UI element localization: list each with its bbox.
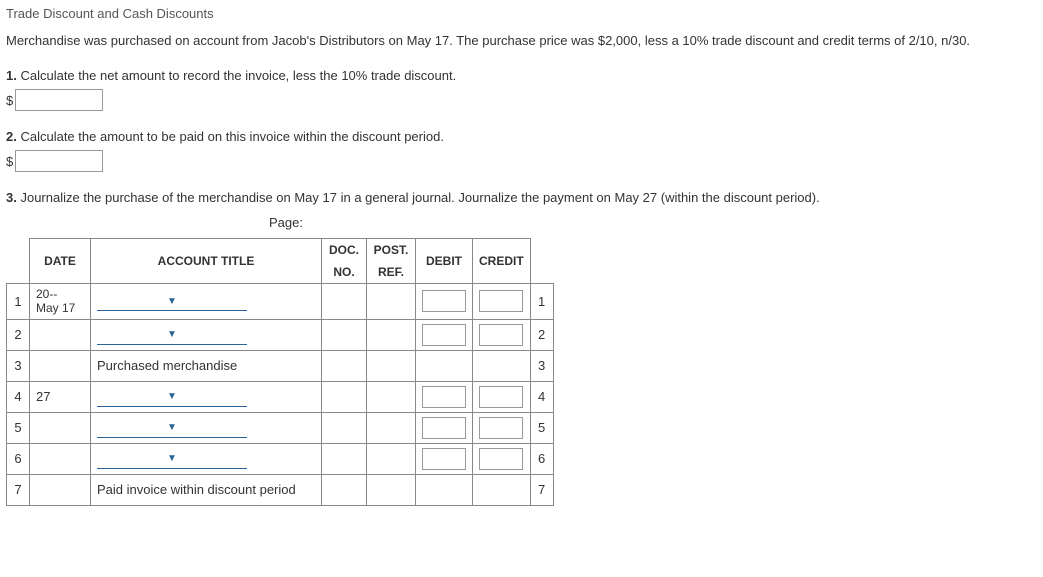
- row-num-left: 6: [7, 443, 30, 474]
- page-title: Trade Discount and Cash Discounts: [6, 6, 1037, 21]
- row-num-right: 3: [530, 350, 553, 381]
- q3-text: Journalize the purchase of the merchandi…: [20, 190, 819, 205]
- chevron-down-icon: ▼: [167, 422, 177, 433]
- table-row: 2 ▼ 2: [7, 319, 554, 350]
- q1-dollar-sign: $: [6, 93, 13, 108]
- row5-account-dropdown[interactable]: ▼: [97, 419, 247, 438]
- row6-credit-input[interactable]: [479, 448, 523, 470]
- row-num-right: 4: [530, 381, 553, 412]
- row-num-left: 4: [7, 381, 30, 412]
- table-row: 5 ▼ 5: [7, 412, 554, 443]
- question-1: 1. Calculate the net amount to record th…: [6, 68, 1037, 111]
- row6-debit-input[interactable]: [422, 448, 466, 470]
- header-debit: DEBIT: [416, 239, 473, 284]
- page-label: Page:: [6, 215, 566, 230]
- row5-credit-input[interactable]: [479, 417, 523, 439]
- q1-text: Calculate the net amount to record the i…: [20, 68, 456, 83]
- row-num-right: 1: [530, 284, 553, 320]
- header-ref: REF.: [367, 261, 416, 284]
- header-credit: CREDIT: [473, 239, 531, 284]
- row5-debit-input[interactable]: [422, 417, 466, 439]
- question-3: 3. Journalize the purchase of the mercha…: [6, 190, 1037, 506]
- row-num-left: 1: [7, 284, 30, 320]
- row-num-left: 7: [7, 474, 30, 505]
- q2-dollar-sign: $: [6, 154, 13, 169]
- table-row: 3 Purchased merchandise 3: [7, 350, 554, 381]
- header-date: DATE: [30, 239, 91, 284]
- chevron-down-icon: ▼: [167, 329, 177, 340]
- q1-input[interactable]: [15, 89, 103, 111]
- row-num-left: 3: [7, 350, 30, 381]
- q1-number: 1.: [6, 68, 17, 83]
- journal-table: DATE ACCOUNT TITLE DOC. POST. DEBIT CRED…: [6, 238, 554, 506]
- row1-account-dropdown[interactable]: ▼: [97, 292, 247, 311]
- row-num-right: 6: [530, 443, 553, 474]
- row-num-left: 2: [7, 319, 30, 350]
- row-num-left: 5: [7, 412, 30, 443]
- problem-description: Merchandise was purchased on account fro…: [6, 33, 1037, 48]
- row-num-right: 2: [530, 319, 553, 350]
- table-row: 1 20-- May 17 ▼ 1: [7, 284, 554, 320]
- q2-number: 2.: [6, 129, 17, 144]
- header-no: NO.: [322, 261, 367, 284]
- header-post: POST.: [367, 239, 416, 262]
- row-num-right: 5: [530, 412, 553, 443]
- row7-description: Paid invoice within discount period: [91, 474, 322, 505]
- row4-date: 27: [30, 381, 91, 412]
- row2-account-dropdown[interactable]: ▼: [97, 326, 247, 345]
- row1-date: 20-- May 17: [30, 284, 91, 320]
- row3-description: Purchased merchandise: [91, 350, 322, 381]
- chevron-down-icon: ▼: [167, 453, 177, 464]
- row4-debit-input[interactable]: [422, 386, 466, 408]
- row2-debit-input[interactable]: [422, 324, 466, 346]
- q2-input[interactable]: [15, 150, 103, 172]
- question-2: 2. Calculate the amount to be paid on th…: [6, 129, 1037, 172]
- row4-account-dropdown[interactable]: ▼: [97, 388, 247, 407]
- table-row: 7 Paid invoice within discount period 7: [7, 474, 554, 505]
- row1-credit-input[interactable]: [479, 290, 523, 312]
- chevron-down-icon: ▼: [167, 296, 177, 307]
- table-row: 4 27 ▼ 4: [7, 381, 554, 412]
- row2-credit-input[interactable]: [479, 324, 523, 346]
- q2-text: Calculate the amount to be paid on this …: [20, 129, 443, 144]
- table-row: 6 ▼ 6: [7, 443, 554, 474]
- chevron-down-icon: ▼: [167, 391, 177, 402]
- row6-account-dropdown[interactable]: ▼: [97, 450, 247, 469]
- row4-credit-input[interactable]: [479, 386, 523, 408]
- header-account-title: ACCOUNT TITLE: [91, 239, 322, 284]
- row-num-right: 7: [530, 474, 553, 505]
- header-doc: DOC.: [322, 239, 367, 262]
- row1-debit-input[interactable]: [422, 290, 466, 312]
- q3-number: 3.: [6, 190, 17, 205]
